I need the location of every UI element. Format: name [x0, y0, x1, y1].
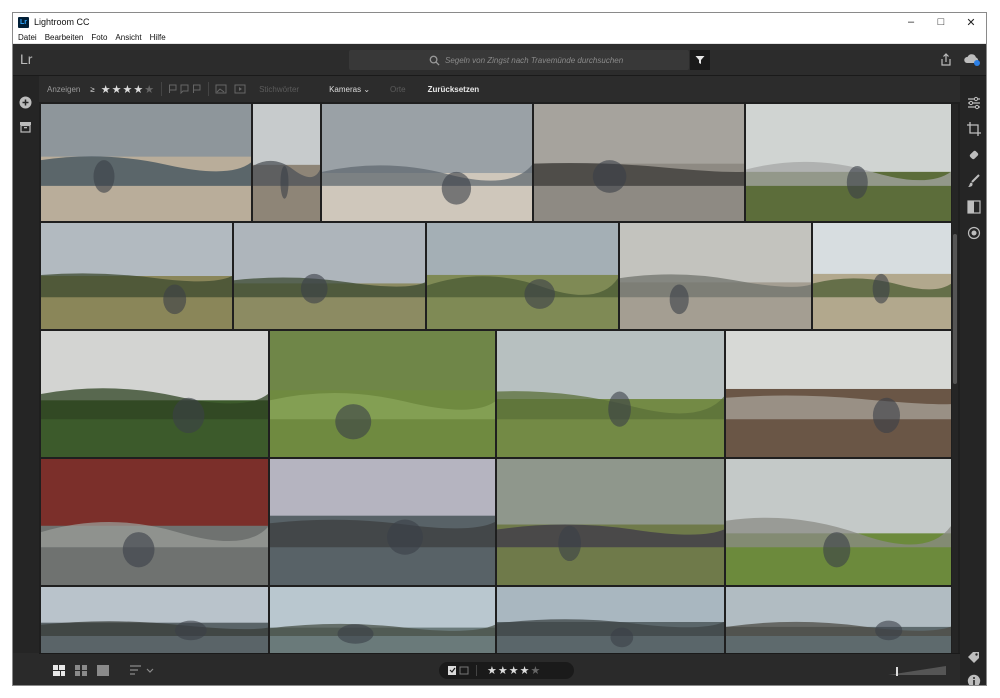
photo-thumbnail[interactable]	[270, 587, 495, 653]
healing-brush-icon[interactable]	[967, 148, 981, 162]
detail-view-icon[interactable]	[97, 665, 109, 676]
title-bar: Lr Lightroom CC – □ ✕	[13, 13, 986, 31]
menu-bar: Datei Bearbeiten Foto Ansicht Hilfe	[13, 31, 986, 44]
lightroom-window: Lr Lightroom CC – □ ✕ Datei Bearbeiten F…	[12, 12, 987, 686]
keyword-tag-icon[interactable]	[967, 651, 981, 664]
search-field[interactable]: Segeln von Zingst nach Travemünde durchs…	[349, 50, 689, 70]
flag-icons[interactable]	[448, 665, 470, 676]
crop-icon[interactable]	[967, 122, 981, 136]
radial-gradient-icon[interactable]	[967, 226, 981, 240]
photo-thumbnail[interactable]	[253, 104, 320, 221]
reset-button[interactable]: Zurücksetzen	[428, 85, 480, 94]
bottom-bar-left	[13, 653, 39, 685]
photo-thumbnail[interactable]	[813, 223, 951, 329]
scroll-thumb[interactable]	[953, 234, 957, 384]
divider	[208, 82, 210, 96]
media-type-icons[interactable]	[215, 84, 249, 94]
photo-thumbnail[interactable]	[41, 587, 268, 653]
minimize-icon[interactable]: –	[896, 13, 926, 31]
menu-bearbeiten[interactable]: Bearbeiten	[45, 33, 84, 42]
lightroom-app-icon: Lr	[18, 16, 29, 28]
photo-thumbnail[interactable]	[746, 104, 951, 221]
rating-stars[interactable]: ★★★★★	[487, 664, 541, 677]
lr-logo: Lr	[20, 51, 33, 67]
rating-filter-stars[interactable]: ★★★★★	[101, 83, 155, 96]
photo-thumbnail[interactable]	[497, 587, 724, 653]
photo-thumbnail[interactable]	[726, 459, 951, 585]
photo-thumbnail[interactable]	[620, 223, 811, 329]
window-title: Lightroom CC	[34, 17, 90, 27]
linear-gradient-icon[interactable]	[967, 200, 981, 214]
photo-thumbnail[interactable]	[726, 331, 951, 457]
divider	[476, 665, 477, 676]
photo-thumbnail[interactable]	[41, 459, 268, 585]
add-photos-icon[interactable]	[19, 96, 32, 109]
photo-thumbnail[interactable]	[41, 331, 268, 457]
top-toolbar: Lr Segeln von Zingst nach Travemünde dur…	[13, 44, 986, 76]
left-sidebar	[13, 76, 39, 653]
thumbnail-size-slider[interactable]	[884, 664, 946, 676]
square-grid-view-icon[interactable]	[75, 665, 87, 676]
photo-thumbnail[interactable]	[270, 331, 495, 457]
cameras-label: Kameras	[329, 84, 362, 94]
menu-ansicht[interactable]: Ansicht	[115, 33, 141, 42]
rating-flag-panel: ★★★★★	[439, 662, 574, 679]
share-icon[interactable]	[940, 53, 952, 66]
photo-thumbnail[interactable]	[534, 104, 744, 221]
photo-thumbnail[interactable]	[427, 223, 618, 329]
filter-icon[interactable]	[690, 50, 710, 70]
places-filter[interactable]: Orte	[390, 85, 406, 94]
cloud-sync-icon[interactable]	[963, 53, 981, 66]
bottom-toolbar: ★★★★★	[39, 653, 960, 685]
flag-filter-icons[interactable]	[168, 84, 202, 94]
library-icon[interactable]	[19, 121, 32, 133]
photo-thumbnail[interactable]	[322, 104, 532, 221]
photo-thumbnail[interactable]	[234, 223, 425, 329]
cameras-filter[interactable]: Kameras ⌄	[329, 85, 370, 94]
maximize-icon[interactable]: □	[926, 13, 956, 31]
photo-thumbnail[interactable]	[497, 459, 724, 585]
right-sidebar	[960, 76, 986, 686]
divider	[161, 82, 163, 96]
photo-grid-view-icon[interactable]	[53, 665, 65, 676]
photo-thumbnail[interactable]	[270, 459, 495, 585]
menu-foto[interactable]: Foto	[91, 33, 107, 42]
chevron-down-icon: ⌄	[363, 84, 371, 94]
brush-icon[interactable]	[967, 174, 981, 188]
rating-operator[interactable]: ≥	[90, 85, 94, 94]
show-label: Anzeigen	[47, 84, 81, 94]
filter-bar: Anzeigen ≥ ★★★★★ Stichwörter Kameras ⌄ O…	[39, 76, 960, 102]
menu-datei[interactable]: Datei	[18, 33, 37, 42]
close-icon[interactable]: ✕	[956, 13, 986, 31]
search-placeholder: Segeln von Zingst nach Travemünde durchs…	[445, 55, 624, 65]
sort-icon[interactable]	[129, 664, 155, 676]
edit-sliders-icon[interactable]	[967, 96, 981, 110]
photo-thumbnail[interactable]	[497, 331, 724, 457]
menu-hilfe[interactable]: Hilfe	[150, 33, 166, 42]
grid-scrollbar[interactable]	[952, 104, 958, 653]
photo-grid	[41, 104, 951, 653]
photo-thumbnail[interactable]	[41, 223, 232, 329]
info-icon[interactable]	[967, 674, 981, 686]
keywords-filter[interactable]: Stichwörter	[259, 85, 299, 94]
photo-thumbnail[interactable]	[41, 104, 251, 221]
photo-thumbnail[interactable]	[726, 587, 951, 653]
search-icon	[429, 55, 440, 66]
